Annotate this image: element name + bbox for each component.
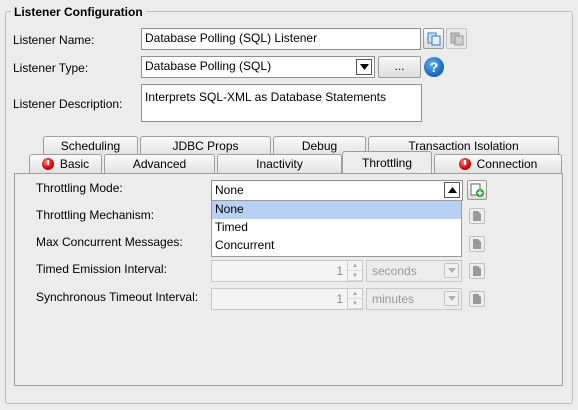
tab-connection[interactable]: Connection bbox=[434, 154, 562, 173]
synchronous-timeout-interval-input[interactable]: 1 bbox=[211, 288, 363, 310]
dropdown-option-none[interactable]: None bbox=[212, 201, 461, 219]
tab-scheduling[interactable]: Scheduling bbox=[43, 136, 138, 155]
throttling-mode-dropdown-arrow[interactable] bbox=[444, 182, 460, 198]
listener-type-more-button[interactable]: ... bbox=[378, 56, 421, 78]
chevron-up-icon bbox=[447, 187, 457, 193]
sync-timeout-spinner[interactable]: ▲ ▼ bbox=[347, 289, 362, 309]
tab-inactivity[interactable]: Inactivity bbox=[217, 154, 342, 173]
add-throttling-button[interactable] bbox=[467, 180, 487, 200]
document-icon bbox=[473, 239, 481, 249]
tab-advanced[interactable]: Advanced bbox=[104, 154, 215, 173]
max-concurrent-messages-label: Max Concurrent Messages: bbox=[36, 235, 183, 249]
group-title: Listener Configuration bbox=[11, 5, 146, 19]
throttling-mode-select[interactable]: None bbox=[211, 180, 463, 201]
add-document-icon bbox=[470, 183, 484, 197]
document-icon bbox=[473, 294, 481, 304]
synchronous-timeout-interval-label: Synchronous Timeout Interval: bbox=[36, 290, 199, 304]
spin-up-icon[interactable]: ▲ bbox=[348, 261, 362, 271]
spin-down-icon[interactable]: ▼ bbox=[348, 299, 362, 309]
document-icon bbox=[473, 211, 481, 221]
timed-emission-interval-label: Timed Emission Interval: bbox=[36, 262, 167, 276]
spin-up-icon[interactable]: ▲ bbox=[348, 289, 362, 299]
help-icon[interactable]: ? bbox=[424, 57, 444, 77]
dropdown-option-concurrent[interactable]: Concurrent bbox=[212, 237, 461, 255]
listener-name-input[interactable]: Database Polling (SQL) Listener bbox=[141, 28, 421, 50]
spin-down-icon[interactable]: ▼ bbox=[348, 271, 362, 281]
listener-name-label: Listener Name: bbox=[13, 33, 95, 47]
copy-icon bbox=[427, 32, 440, 45]
listener-description-label: Listener Description: bbox=[13, 97, 123, 111]
copy-name-button[interactable] bbox=[423, 28, 444, 49]
error-icon bbox=[41, 158, 54, 170]
listener-type-select[interactable]: Database Polling (SQL) bbox=[141, 56, 375, 78]
chevron-down-icon bbox=[447, 296, 456, 301]
tab-jdbc-props[interactable]: JDBC Props bbox=[140, 136, 271, 155]
listener-type-dropdown-arrow[interactable] bbox=[356, 59, 372, 75]
timed-emission-edit-button[interactable] bbox=[469, 263, 485, 279]
timed-emission-unit-arrow[interactable] bbox=[444, 263, 459, 278]
chevron-down-icon bbox=[447, 268, 456, 273]
throttling-mode-dropdown-list: None Timed Concurrent bbox=[211, 200, 462, 257]
sync-timeout-unit-arrow[interactable] bbox=[444, 291, 459, 306]
max-concurrent-edit-button[interactable] bbox=[469, 236, 485, 252]
document-icon bbox=[473, 266, 481, 276]
dropdown-option-timed[interactable]: Timed bbox=[212, 219, 461, 237]
throttling-mechanism-label: Throttling Mechanism: bbox=[36, 208, 155, 222]
error-icon bbox=[458, 158, 471, 170]
chevron-down-icon bbox=[359, 64, 369, 70]
listener-type-label: Listener Type: bbox=[13, 61, 89, 75]
timed-emission-interval-input[interactable]: 1 bbox=[211, 260, 363, 282]
paste-icon bbox=[450, 32, 463, 45]
tab-basic[interactable]: Basic bbox=[29, 154, 102, 173]
paste-name-button[interactable] bbox=[446, 28, 467, 49]
tab-throttling[interactable]: Throttling bbox=[342, 151, 432, 173]
throttling-mechanism-edit-button[interactable] bbox=[469, 208, 485, 224]
throttling-mode-label: Throttling Mode: bbox=[36, 181, 123, 195]
listener-description-textarea[interactable]: Interprets SQL-XML as Database Statement… bbox=[141, 84, 422, 122]
sync-timeout-edit-button[interactable] bbox=[469, 291, 485, 307]
timed-emission-spinner[interactable]: ▲ ▼ bbox=[347, 261, 362, 281]
